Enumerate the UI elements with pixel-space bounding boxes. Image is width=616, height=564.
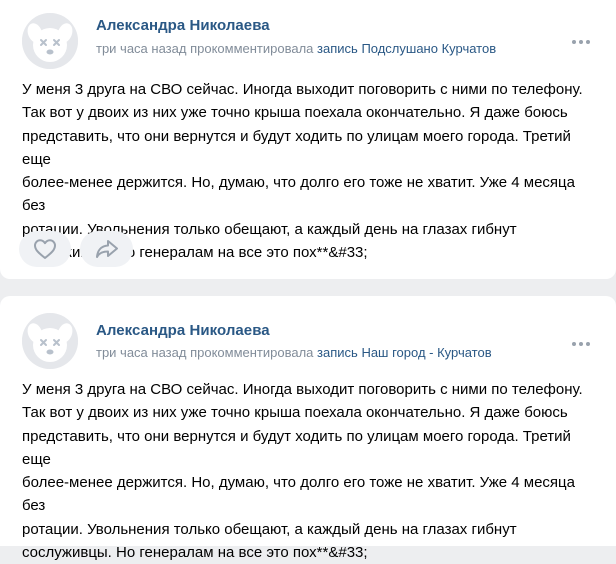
post-action: прокомментировала <box>190 41 314 56</box>
post-target-name: Подслушано Курчатов <box>361 41 497 56</box>
post-target-prefix: запись <box>317 345 358 360</box>
post-target-link[interactable]: запись Подслушано Курчатов <box>317 41 496 56</box>
author-name[interactable]: Александра Николаева <box>96 322 270 339</box>
post-meta: три часа назад прокомментировала запись … <box>96 345 492 360</box>
post-meta: три часа назад прокомментировала запись … <box>96 41 496 56</box>
more-button[interactable] <box>570 336 592 346</box>
post-time[interactable]: три часа назад <box>96 345 186 360</box>
author-name[interactable]: Александра Николаева <box>96 17 270 34</box>
more-button[interactable] <box>570 34 592 44</box>
post-target-link[interactable]: запись Наш город - Курчатов <box>317 345 492 360</box>
more-dots-icon <box>572 342 590 346</box>
deactivated-dog-avatar-icon <box>22 313 78 369</box>
share-arrow-icon <box>95 240 118 258</box>
heart-icon <box>34 239 56 259</box>
avatar[interactable] <box>22 313 78 369</box>
post-target-prefix: запись <box>317 41 358 56</box>
post-target-name: Наш город - Курчатов <box>361 345 492 360</box>
like-button[interactable] <box>19 231 71 267</box>
share-button[interactable] <box>80 231 133 267</box>
avatar[interactable] <box>22 13 78 69</box>
post-action: прокомментировала <box>190 345 314 360</box>
post-text: У меня 3 друга на СВО сейчас. Иногда вых… <box>22 381 583 562</box>
deactivated-dog-avatar-icon <box>22 13 78 69</box>
post-card: Александра Николаева три часа назад прок… <box>0 0 616 279</box>
post-card: Александра Николаева три часа назад прок… <box>0 296 616 561</box>
more-dots-icon <box>572 40 590 44</box>
post-time[interactable]: три часа назад <box>96 41 186 56</box>
